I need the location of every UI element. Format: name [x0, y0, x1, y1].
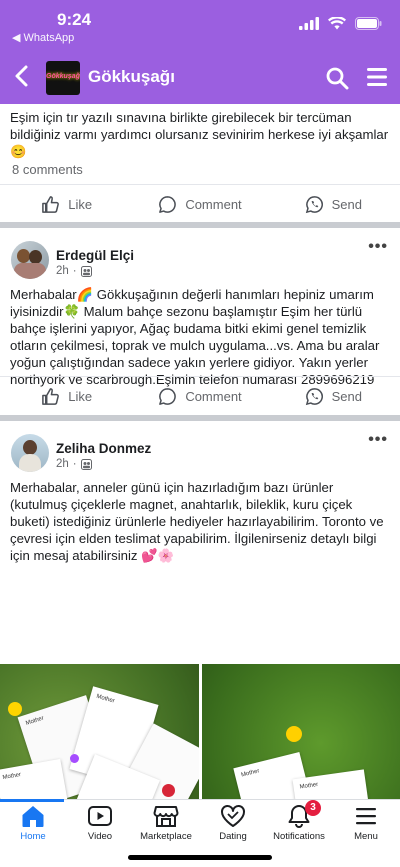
avatar[interactable]	[11, 241, 49, 279]
card-word: Mother	[240, 768, 261, 779]
separator-dot: ·	[72, 458, 77, 470]
card-word: Mother	[299, 781, 319, 791]
home-indicator	[128, 855, 272, 860]
feed[interactable]: Eşim için tır yazılı sınavına birlikte g…	[0, 104, 400, 799]
comments-count[interactable]: 8 comments	[12, 162, 83, 177]
tab-menu-label: Menu	[354, 831, 378, 842]
like-button[interactable]: Like	[0, 185, 133, 224]
status-time: 9:24	[57, 10, 92, 29]
search-icon[interactable]	[325, 66, 349, 90]
thumbs-up-icon	[42, 388, 60, 405]
post-card: Erdegül Elçi 2h · ••• Merhabalar🌈 Gökkuş…	[0, 228, 400, 415]
post-photo[interactable]: Mother Mother Mother	[0, 664, 199, 799]
post-options-icon[interactable]: •••	[368, 431, 388, 449]
card-word: Mother	[2, 771, 22, 782]
comment-bubble-icon	[159, 388, 177, 405]
whatsapp-send-icon	[305, 388, 323, 406]
video-icon	[88, 806, 112, 826]
card-word: Mother	[95, 693, 116, 705]
post-meta: 2h ·	[56, 265, 92, 277]
members-only-icon	[80, 458, 92, 470]
menu-icon	[356, 808, 376, 825]
red-flower	[162, 784, 175, 797]
send-button[interactable]: Send	[267, 377, 400, 416]
card-word: Mother	[25, 715, 45, 727]
status-bar: 9:24 ◀ WhatsApp	[0, 0, 400, 48]
members-only-icon	[80, 265, 92, 277]
post-meta: 2h ·	[56, 458, 92, 470]
like-button[interactable]: Like	[0, 377, 133, 416]
group-header: Gökkuşağı Gökkuşağı	[0, 48, 400, 104]
purple-flower	[70, 754, 79, 763]
whatsapp-send-icon	[305, 196, 323, 214]
marketplace-icon	[153, 806, 179, 827]
post-author[interactable]: Zeliha Donmez	[56, 441, 151, 456]
home-icon	[22, 806, 44, 827]
post-card: Zeliha Donmez 2h · ••• Merhabalar, annel…	[0, 421, 400, 799]
comment-label: Comment	[185, 197, 242, 212]
post-photo[interactable]: Mother Mother	[202, 664, 400, 799]
post-options-icon[interactable]: •••	[368, 238, 388, 256]
post-actions: Like Comment Send	[0, 376, 400, 416]
thumbs-up-icon	[42, 196, 60, 213]
send-label: Send	[331, 197, 362, 212]
wifi-icon	[328, 17, 346, 30]
post-time[interactable]: 2h	[56, 458, 69, 470]
active-tab-indicator	[0, 799, 64, 802]
post-text: Merhabalar🌈 Gökkuşağının değerli hanımla…	[10, 287, 380, 387]
group-logo-text: Gökkuşağı	[46, 73, 80, 80]
post-text: Merhabalar, anneler günü için hazırladığ…	[10, 480, 384, 563]
yellow-flower	[286, 726, 302, 742]
send-label: Send	[331, 389, 362, 404]
comment-button[interactable]: Comment	[133, 377, 266, 416]
cellular-signal-icon	[299, 17, 319, 30]
tab-menu[interactable]: Menu	[326, 804, 400, 848]
notifications-badge: 3	[305, 800, 321, 816]
yellow-flower	[8, 702, 22, 716]
group-logo[interactable]: Gökkuşağı	[46, 61, 80, 95]
comment-bubble-icon	[159, 196, 177, 213]
avatar[interactable]	[11, 434, 49, 472]
post-card: Eşim için tır yazılı sınavına birlikte g…	[0, 104, 400, 222]
like-label: Like	[68, 389, 93, 404]
hamburger-menu-icon[interactable]	[366, 67, 388, 87]
send-button[interactable]: Send	[267, 185, 400, 224]
comment-label: Comment	[185, 389, 242, 404]
dating-heart-icon	[221, 805, 245, 827]
like-label: Like	[68, 197, 93, 212]
back-arrow-icon[interactable]	[10, 63, 34, 89]
post-actions: Like Comment Send	[0, 184, 400, 224]
post-text: Eşim için tır yazılı sınavına birlikte g…	[10, 110, 389, 159]
separator-dot: ·	[72, 265, 77, 277]
group-title[interactable]: Gökkuşağı	[88, 67, 175, 87]
post-time[interactable]: 2h	[56, 265, 69, 277]
back-to-whatsapp-link[interactable]: ◀ WhatsApp	[12, 31, 74, 44]
battery-icon	[355, 17, 382, 30]
post-author[interactable]: Erdegül Elçi	[56, 248, 134, 263]
comment-button[interactable]: Comment	[133, 185, 266, 224]
